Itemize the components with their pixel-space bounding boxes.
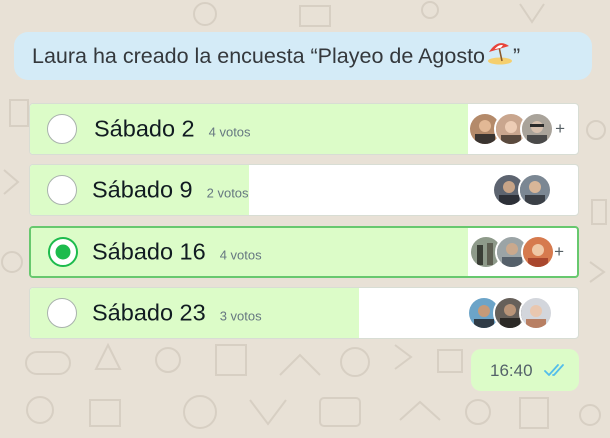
- beach-umbrella-icon: [487, 41, 513, 71]
- radio-button-selected[interactable]: [48, 237, 78, 267]
- more-voters-indicator[interactable]: +: [555, 119, 565, 139]
- more-voters-indicator[interactable]: +: [554, 242, 564, 262]
- poll-option-sabado-23[interactable]: Sábado 23 3 votos: [29, 287, 579, 339]
- avatar: [518, 173, 552, 207]
- option-text: Sábado 9: [92, 176, 193, 203]
- avatar: [520, 112, 554, 146]
- message-time: 16:40: [490, 361, 533, 380]
- vote-count: 4 votos: [219, 247, 262, 263]
- radio-button[interactable]: [47, 175, 77, 205]
- voter-avatars[interactable]: [468, 112, 558, 146]
- radio-button[interactable]: [47, 298, 77, 328]
- voter-avatars[interactable]: [467, 296, 557, 330]
- selected-dot: [55, 244, 71, 260]
- poll-option-sabado-2[interactable]: Sábado 2 4 votos +: [29, 103, 579, 155]
- poll-option-sabado-9[interactable]: Sábado 9 2 votos: [29, 164, 579, 216]
- system-message-end: ”: [513, 43, 521, 68]
- system-message-banner: Laura ha creado la encuesta “Playeo de A…: [14, 32, 592, 80]
- poll-option-sabado-16[interactable]: Sábado 16 4 votos +: [29, 226, 579, 278]
- vote-count: 2 votos: [206, 185, 249, 201]
- message-meta-bubble: 16:40: [471, 349, 579, 391]
- avatar: [521, 235, 555, 269]
- option-text: Sábado 2: [94, 115, 195, 142]
- vote-count: 3 votos: [219, 308, 262, 324]
- avatar: [519, 296, 553, 330]
- option-text: Sábado 16: [92, 238, 206, 265]
- radio-button[interactable]: [47, 114, 77, 144]
- option-text: Sábado 23: [92, 299, 206, 326]
- vote-count: 4 votos: [208, 124, 251, 140]
- option-label: Sábado 9 2 votos: [92, 177, 249, 204]
- voter-avatars[interactable]: [469, 235, 559, 269]
- voter-avatars[interactable]: [492, 173, 554, 207]
- system-message-text: Laura ha creado la encuesta “Playeo de A…: [32, 43, 486, 68]
- double-check-read-icon: [544, 362, 572, 383]
- option-label: Sábado 16 4 votos: [92, 239, 262, 266]
- option-label: Sábado 23 3 votos: [92, 300, 262, 327]
- option-label: Sábado 2 4 votos: [94, 116, 251, 143]
